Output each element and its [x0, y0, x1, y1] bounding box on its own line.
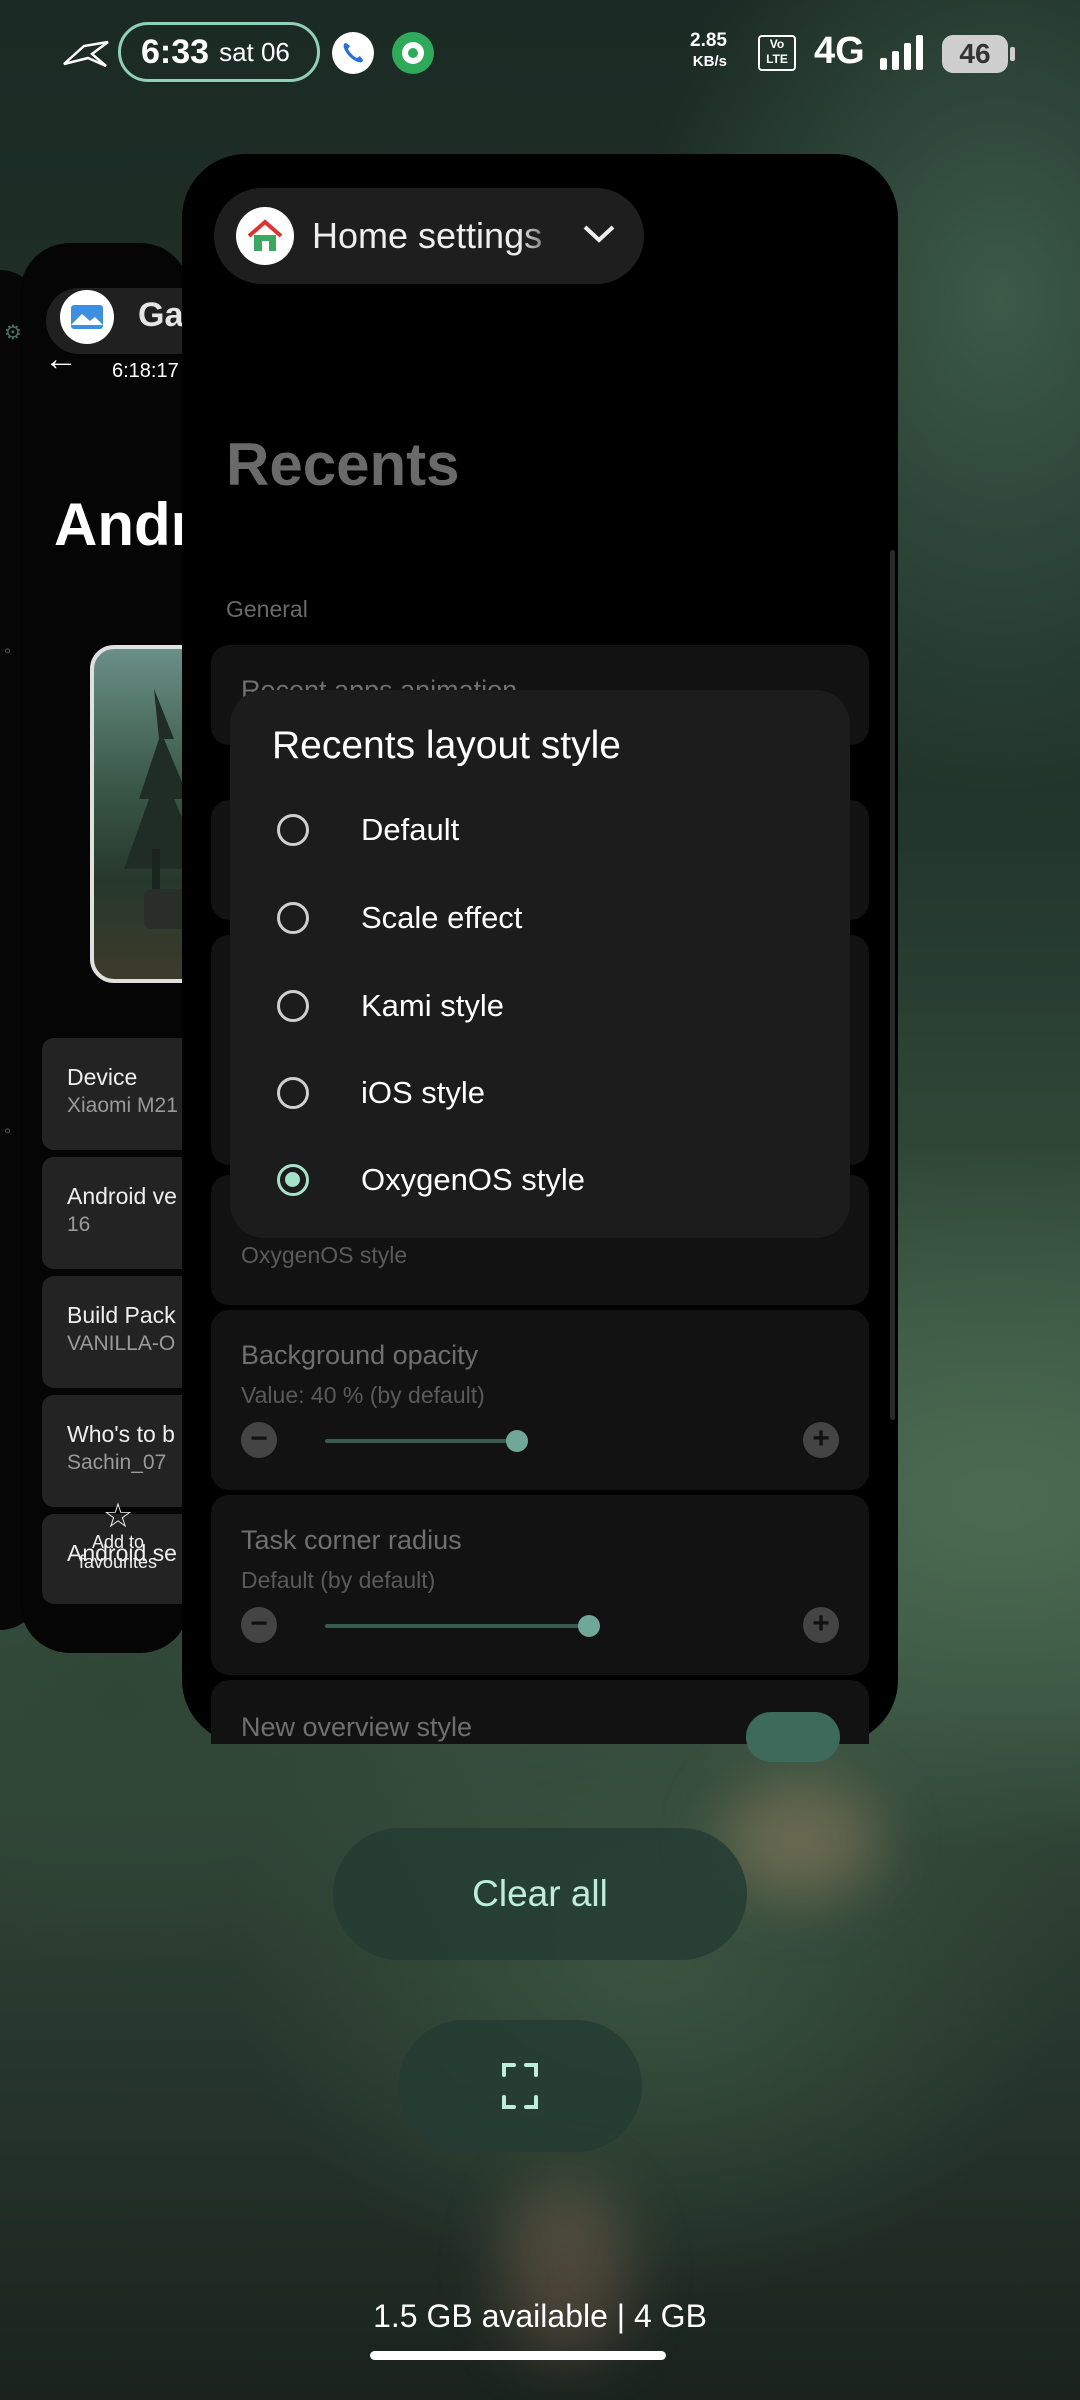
new-overview-style-toggle[interactable] — [746, 1712, 840, 1762]
slider-track — [325, 1439, 517, 1443]
maintainer-label: Who's to b — [67, 1421, 175, 1447]
radio-button[interactable] — [277, 902, 309, 934]
rog-logo-icon — [63, 40, 109, 68]
device-info-label: Device — [67, 1064, 138, 1090]
home-settings-app-chip[interactable]: Home settings — [214, 188, 644, 284]
slider-track — [325, 1624, 589, 1628]
android-version-value: 16 — [67, 1213, 91, 1236]
task-corner-radius-row[interactable]: Task corner radius Default (by default) … — [211, 1495, 869, 1675]
radio-button[interactable] — [277, 814, 309, 846]
device-info-value: Xiaomi M21 — [67, 1094, 178, 1117]
gallery-card-time: 6:18:17 — [112, 360, 179, 382]
device-info-row[interactable]: Device Xiaomi M21 — [42, 1038, 202, 1150]
plus-icon[interactable]: + — [803, 1422, 839, 1458]
option-label: iOS style — [361, 1075, 486, 1110]
new-overview-style-label: New overview style — [241, 1712, 473, 1742]
build-package-row[interactable]: Build Pack VANILLA-O — [42, 1276, 202, 1388]
add-to-favourites-label: Add to favourites — [78, 1532, 158, 1572]
task-corner-radius-label: Task corner radius — [241, 1525, 462, 1555]
add-to-favourites-button[interactable]: ☆ Add to favourites — [58, 1497, 178, 1572]
background-opacity-slider[interactable]: − + — [241, 1422, 839, 1462]
option-kami-style[interactable]: Kami style — [272, 976, 832, 1036]
network-speed-value: 2.85 — [690, 30, 727, 51]
phone-call-icon — [332, 32, 374, 74]
volte-icon: Vo LTE — [758, 35, 796, 71]
background-opacity-row[interactable]: Background opacity Value: 40 % (by defau… — [211, 1310, 869, 1490]
network-type: 4G — [814, 30, 865, 72]
option-label: Scale effect — [361, 900, 523, 935]
clear-all-button[interactable]: Clear all — [333, 1828, 747, 1960]
slider-thumb[interactable] — [578, 1615, 600, 1637]
star-icon: ☆ — [102, 1497, 134, 1535]
back-arrow-icon[interactable]: ← — [44, 340, 78, 379]
page-title: Recents — [226, 431, 460, 498]
battery-icon: 46 — [942, 35, 1016, 73]
task-corner-radius-value: Default (by default) — [241, 1567, 436, 1593]
build-package-label: Build Pack — [67, 1302, 176, 1328]
battery-level: 46 — [959, 38, 991, 69]
network-speed-unit: KB/s — [692, 53, 727, 70]
minus-icon[interactable]: − — [241, 1422, 277, 1458]
home-icon — [236, 207, 294, 265]
maintainer-row[interactable]: Who's to b Sachin_07 — [42, 1395, 202, 1507]
notification-app-icon — [392, 32, 434, 74]
volte-bottom: LTE — [766, 52, 788, 66]
gesture-navigation-bar[interactable] — [370, 2351, 666, 2360]
gallery-app-title: Ga — [138, 296, 184, 334]
edge-icon: ◦ — [4, 1120, 12, 1142]
minus-icon[interactable]: − — [241, 1607, 277, 1643]
clock-date: sat 06 — [219, 36, 290, 67]
radio-button-selected[interactable] — [277, 1164, 309, 1196]
option-scale-effect[interactable]: Scale effect — [272, 888, 832, 948]
maintainer-value: Sachin_07 — [67, 1451, 167, 1474]
plus-icon[interactable]: + — [803, 1607, 839, 1643]
option-label: Default — [361, 812, 460, 847]
about-heading: Andr — [54, 491, 194, 558]
option-label: Kami style — [361, 988, 504, 1023]
scrollbar[interactable] — [890, 550, 895, 1420]
task-corner-radius-slider[interactable]: − + — [241, 1607, 839, 1647]
section-header: General — [226, 596, 308, 622]
network-speed: 2.85 KB/s — [690, 30, 727, 72]
option-ios-style[interactable]: iOS style — [272, 1063, 832, 1123]
memory-status: 1.5 GB available | 4 GB — [373, 2298, 707, 2334]
recents-layout-style-value: OxygenOS style — [241, 1242, 408, 1268]
dialog-title: Recents layout style — [272, 724, 622, 767]
gallery-app-icon — [60, 290, 114, 344]
option-default[interactable]: Default — [272, 800, 832, 860]
option-label: OxygenOS style — [361, 1162, 585, 1197]
volte-top: Vo — [769, 37, 785, 51]
edge-icon: ◦ — [4, 640, 12, 662]
clock-time: 6:33 — [141, 32, 210, 71]
background-opacity-label: Background opacity — [241, 1340, 479, 1370]
chevron-down-icon — [582, 219, 616, 253]
background-opacity-value: Value: 40 % (by default) — [241, 1382, 485, 1408]
slider-thumb[interactable] — [506, 1430, 528, 1452]
build-package-value: VANILLA-O — [67, 1332, 176, 1355]
radio-button[interactable] — [277, 990, 309, 1022]
option-oxygenos-style[interactable]: OxygenOS style — [272, 1150, 832, 1210]
signal-strength-icon — [880, 35, 923, 70]
home-settings-app-name: Home settings — [312, 215, 543, 256]
screenshot-button[interactable] — [398, 2020, 642, 2152]
screenshot-icon — [502, 2063, 538, 2109]
radio-button[interactable] — [277, 1077, 309, 1109]
android-version-row[interactable]: Android ve 16 — [42, 1157, 202, 1269]
android-version-label: Android ve — [67, 1183, 177, 1209]
clock-pill[interactable]: 6:33 sat 06 — [118, 22, 320, 82]
